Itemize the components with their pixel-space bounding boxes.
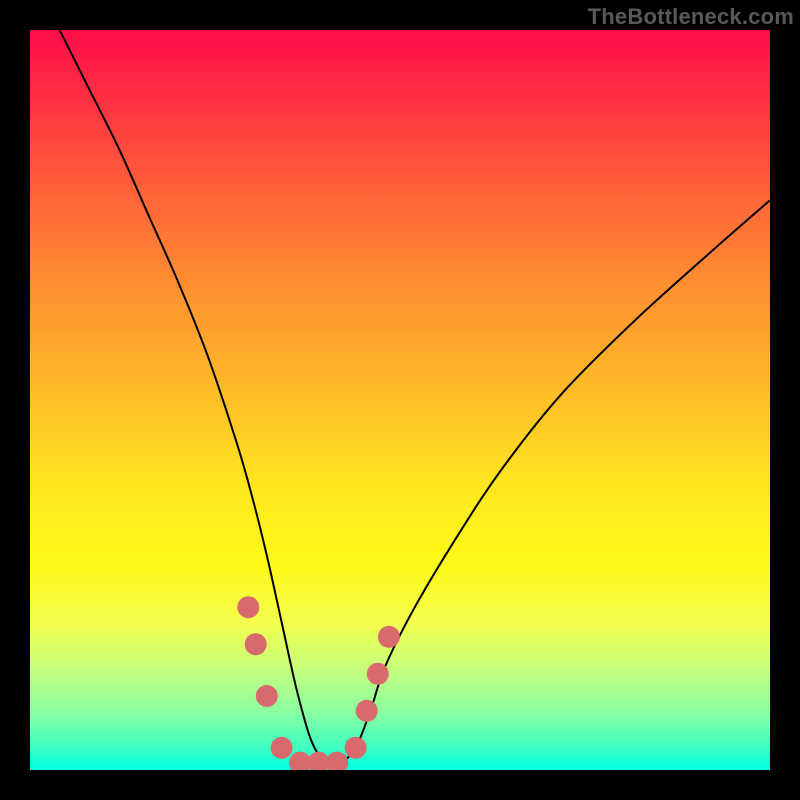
trough-markers — [237, 596, 400, 770]
bottleneck-curve-line — [30, 30, 770, 765]
trough-marker-dot — [326, 752, 348, 770]
trough-marker-dot — [356, 700, 378, 722]
trough-marker-dot — [345, 737, 367, 759]
trough-marker-dot — [237, 596, 259, 618]
trough-marker-dot — [378, 626, 400, 648]
trough-marker-dot — [256, 685, 278, 707]
watermark-text: TheBottleneck.com — [588, 4, 794, 30]
trough-marker-dot — [271, 737, 293, 759]
trough-marker-dot — [245, 633, 267, 655]
chart-svg — [30, 30, 770, 770]
trough-marker-dot — [367, 663, 389, 685]
chart-frame: TheBottleneck.com — [0, 0, 800, 800]
plot-area — [30, 30, 770, 770]
